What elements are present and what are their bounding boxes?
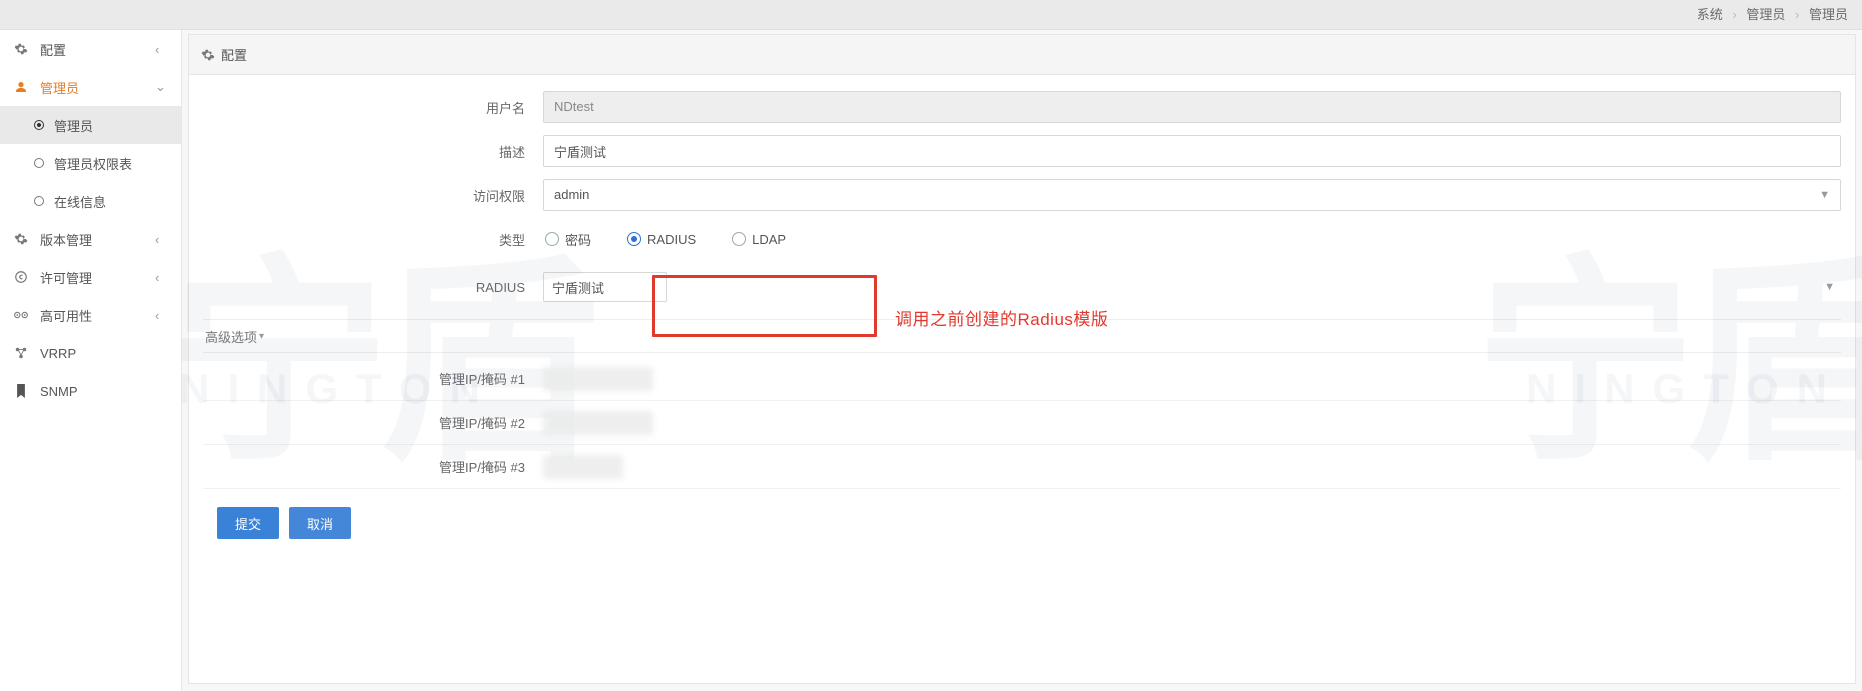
gear-icon [201,48,215,62]
config-form: 用户名 NDtest 描述 访问权限 admin [189,75,1855,549]
crumb-sep: › [1795,7,1799,22]
ip-value-redacted [543,455,623,479]
type-label: 类型 [203,230,543,249]
desc-label: 描述 [203,142,543,161]
radius-template-select[interactable]: 宁盾测试 [543,272,667,302]
sidebar-label: 高可用性 [40,306,155,325]
radio-radius[interactable]: RADIUS [627,232,696,247]
row-username: 用户名 NDtest [203,85,1841,129]
sidebar-label: VRRP [40,346,169,361]
radio-circle-icon [732,232,746,246]
sidebar-item-config[interactable]: 配置 ‹ [0,30,181,68]
eyes-icon [12,309,30,321]
sidebar-item-version[interactable]: 版本管理 ‹ [0,220,181,258]
radio-circle-icon [545,232,559,246]
radio-dot-icon [34,196,44,206]
breadcrumb: 系统 › 管理员 › 管理员 [0,0,1862,30]
advanced-label: 高级选项 [205,327,257,346]
sidebar-label: SNMP [40,384,169,399]
radio-circle-icon [627,232,641,246]
caret-down-icon[interactable]: ▼ [1824,281,1835,293]
desc-input[interactable] [543,135,1841,167]
sidebar-item-admin[interactable]: 管理员 ⌄ [0,68,181,106]
ip-label-1: 管理IP/掩码 #1 [203,369,543,388]
sidebar-sub-label: 管理员权限表 [54,154,169,173]
row-ip-1: 管理IP/掩码 #1 [203,357,1841,401]
panel-header: 配置 [189,35,1855,75]
radio-dot-icon [34,158,44,168]
user-icon [12,80,30,94]
crumb-0[interactable]: 系统 [1697,7,1723,22]
radio-label: LDAP [752,232,786,247]
copyright-icon [12,270,30,284]
crumb-2: 管理员 [1809,7,1848,22]
bookmark-icon [12,384,30,398]
radio-password[interactable]: 密码 [545,230,591,249]
row-ip-2: 管理IP/掩码 #2 [203,401,1841,445]
sidebar-label: 版本管理 [40,230,155,249]
crumb-sep: › [1732,7,1736,22]
sidebar-sub-admin[interactable]: 管理员 [0,106,181,144]
radio-dot-icon [34,120,44,130]
ip-label-2: 管理IP/掩码 #2 [203,413,543,432]
row-access: 访问权限 admin ▼ [203,173,1841,217]
sidebar-sub-label: 在线信息 [54,192,169,211]
caret-down-icon: ▼ [1819,180,1830,210]
chevron-left-icon: ‹ [155,42,169,57]
sidebar-label: 许可管理 [40,268,155,287]
gear-icon [12,42,30,56]
ip-label-3: 管理IP/掩码 #3 [203,457,543,476]
ip-value-redacted [543,411,653,435]
chevron-left-icon: ‹ [155,270,169,285]
chevron-down-icon: ⌄ [155,79,169,95]
access-value: admin [554,180,589,210]
type-radio-group: 密码 RADIUS LDAP [543,230,786,249]
advanced-toggle[interactable]: 高级选项 ▾ [203,319,1841,353]
main-content: 宁盾 NINGTON 宁盾 NINGTON 配置 用户名 NDtest 描述 [182,30,1862,691]
triangle-down-icon: ▾ [259,331,264,342]
username-input: NDtest [543,91,1841,123]
config-panel: 宁盾 NINGTON 宁盾 NINGTON 配置 用户名 NDtest 描述 [188,34,1856,684]
panel-title: 配置 [221,45,247,64]
sidebar-item-vrrp[interactable]: VRRP [0,334,181,372]
nodes-icon [12,346,30,360]
cancel-button[interactable]: 取消 [289,507,351,539]
sidebar-sub-admin-perms[interactable]: 管理员权限表 [0,144,181,182]
access-label: 访问权限 [203,186,543,205]
radius-value: 宁盾测试 [552,278,604,297]
row-ip-3: 管理IP/掩码 #3 [203,445,1841,489]
sidebar-label: 配置 [40,40,155,59]
submit-button[interactable]: 提交 [217,507,279,539]
sidebar-item-license[interactable]: 许可管理 ‹ [0,258,181,296]
sidebar-sub-label: 管理员 [54,116,169,135]
sidebar-item-snmp[interactable]: SNMP [0,372,181,410]
gear-icon [12,232,30,246]
radius-label: RADIUS [203,280,543,295]
radio-ldap[interactable]: LDAP [732,232,786,247]
sidebar: 配置 ‹ 管理员 ⌄ 管理员 管理员权限表 在线信息 版本管理 [0,30,182,691]
row-type: 类型 密码 RADIUS [203,217,1841,261]
chevron-left-icon: ‹ [155,232,169,247]
radio-label: 密码 [565,230,591,249]
radio-label: RADIUS [647,232,696,247]
row-radius: RADIUS 宁盾测试 ▼ [203,261,1841,313]
chevron-left-icon: ‹ [155,308,169,323]
access-select[interactable]: admin ▼ [543,179,1841,211]
form-actions: 提交 取消 [203,489,1841,539]
username-label: 用户名 [203,98,543,117]
ip-value-redacted [543,367,653,391]
sidebar-sub-online[interactable]: 在线信息 [0,182,181,220]
sidebar-label: 管理员 [40,78,155,97]
row-desc: 描述 [203,129,1841,173]
crumb-1[interactable]: 管理员 [1746,7,1785,22]
sidebar-item-ha[interactable]: 高可用性 ‹ [0,296,181,334]
